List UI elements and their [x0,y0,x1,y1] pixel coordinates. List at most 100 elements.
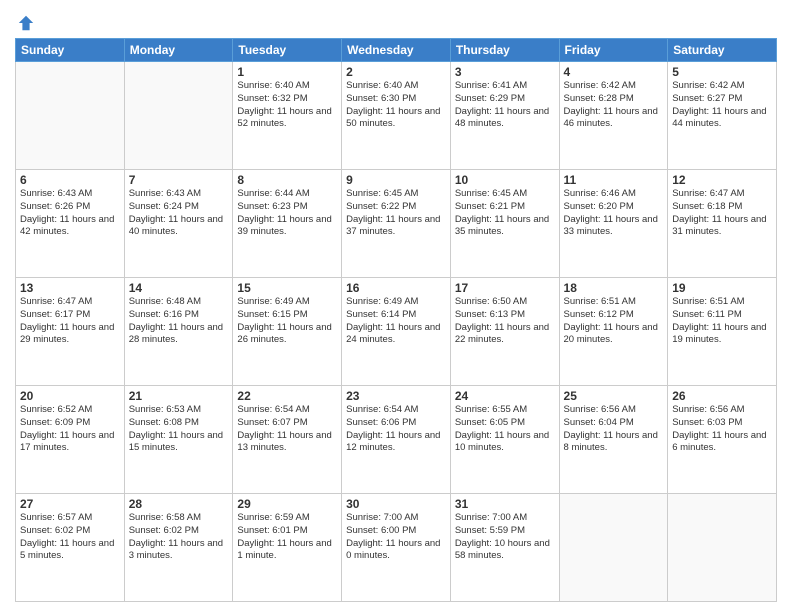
day-number: 14 [129,281,229,295]
day-detail: Sunrise: 6:45 AM Sunset: 6:22 PM Dayligh… [346,188,446,239]
day-number: 1 [237,65,337,79]
day-number: 5 [672,65,772,79]
calendar-cell [16,62,125,170]
day-number: 25 [564,389,664,403]
day-number: 28 [129,497,229,511]
day-number: 27 [20,497,120,511]
logo-icon [17,14,35,32]
day-number: 21 [129,389,229,403]
day-number: 7 [129,173,229,187]
day-number: 12 [672,173,772,187]
calendar-cell: 24Sunrise: 6:55 AM Sunset: 6:05 PM Dayli… [450,386,559,494]
day-number: 10 [455,173,555,187]
day-number: 3 [455,65,555,79]
calendar-cell: 2Sunrise: 6:40 AM Sunset: 6:30 PM Daylig… [342,62,451,170]
calendar-cell: 6Sunrise: 6:43 AM Sunset: 6:26 PM Daylig… [16,170,125,278]
day-detail: Sunrise: 6:42 AM Sunset: 6:27 PM Dayligh… [672,80,772,131]
day-detail: Sunrise: 7:00 AM Sunset: 5:59 PM Dayligh… [455,512,555,563]
day-detail: Sunrise: 6:46 AM Sunset: 6:20 PM Dayligh… [564,188,664,239]
calendar-cell: 4Sunrise: 6:42 AM Sunset: 6:28 PM Daylig… [559,62,668,170]
logo [15,10,35,32]
week-row: 20Sunrise: 6:52 AM Sunset: 6:09 PM Dayli… [16,386,777,494]
calendar-cell: 14Sunrise: 6:48 AM Sunset: 6:16 PM Dayli… [124,278,233,386]
day-detail: Sunrise: 6:55 AM Sunset: 6:05 PM Dayligh… [455,404,555,455]
day-detail: Sunrise: 6:56 AM Sunset: 6:04 PM Dayligh… [564,404,664,455]
day-detail: Sunrise: 6:42 AM Sunset: 6:28 PM Dayligh… [564,80,664,131]
calendar-cell: 15Sunrise: 6:49 AM Sunset: 6:15 PM Dayli… [233,278,342,386]
day-number: 17 [455,281,555,295]
weekday-header: Friday [559,39,668,62]
day-number: 24 [455,389,555,403]
calendar-cell: 7Sunrise: 6:43 AM Sunset: 6:24 PM Daylig… [124,170,233,278]
calendar-cell [124,62,233,170]
calendar-cell: 23Sunrise: 6:54 AM Sunset: 6:06 PM Dayli… [342,386,451,494]
calendar-cell: 31Sunrise: 7:00 AM Sunset: 5:59 PM Dayli… [450,494,559,602]
day-detail: Sunrise: 6:54 AM Sunset: 6:06 PM Dayligh… [346,404,446,455]
calendar-cell: 9Sunrise: 6:45 AM Sunset: 6:22 PM Daylig… [342,170,451,278]
calendar-cell: 8Sunrise: 6:44 AM Sunset: 6:23 PM Daylig… [233,170,342,278]
day-number: 8 [237,173,337,187]
weekday-header: Saturday [668,39,777,62]
calendar-cell: 5Sunrise: 6:42 AM Sunset: 6:27 PM Daylig… [668,62,777,170]
day-detail: Sunrise: 6:49 AM Sunset: 6:14 PM Dayligh… [346,296,446,347]
day-detail: Sunrise: 6:51 AM Sunset: 6:11 PM Dayligh… [672,296,772,347]
day-number: 2 [346,65,446,79]
day-detail: Sunrise: 6:40 AM Sunset: 6:32 PM Dayligh… [237,80,337,131]
day-detail: Sunrise: 6:44 AM Sunset: 6:23 PM Dayligh… [237,188,337,239]
day-number: 18 [564,281,664,295]
week-row: 6Sunrise: 6:43 AM Sunset: 6:26 PM Daylig… [16,170,777,278]
day-detail: Sunrise: 6:53 AM Sunset: 6:08 PM Dayligh… [129,404,229,455]
week-row: 13Sunrise: 6:47 AM Sunset: 6:17 PM Dayli… [16,278,777,386]
day-number: 16 [346,281,446,295]
calendar-cell: 27Sunrise: 6:57 AM Sunset: 6:02 PM Dayli… [16,494,125,602]
day-number: 19 [672,281,772,295]
calendar-cell: 21Sunrise: 6:53 AM Sunset: 6:08 PM Dayli… [124,386,233,494]
weekday-header: Tuesday [233,39,342,62]
calendar-cell: 22Sunrise: 6:54 AM Sunset: 6:07 PM Dayli… [233,386,342,494]
calendar-cell: 29Sunrise: 6:59 AM Sunset: 6:01 PM Dayli… [233,494,342,602]
calendar-cell: 11Sunrise: 6:46 AM Sunset: 6:20 PM Dayli… [559,170,668,278]
day-number: 23 [346,389,446,403]
calendar-table: SundayMondayTuesdayWednesdayThursdayFrid… [15,38,777,602]
calendar-cell: 1Sunrise: 6:40 AM Sunset: 6:32 PM Daylig… [233,62,342,170]
day-detail: Sunrise: 6:47 AM Sunset: 6:17 PM Dayligh… [20,296,120,347]
day-detail: Sunrise: 6:49 AM Sunset: 6:15 PM Dayligh… [237,296,337,347]
calendar-cell: 20Sunrise: 6:52 AM Sunset: 6:09 PM Dayli… [16,386,125,494]
day-number: 20 [20,389,120,403]
weekday-header-row: SundayMondayTuesdayWednesdayThursdayFrid… [16,39,777,62]
day-detail: Sunrise: 6:56 AM Sunset: 6:03 PM Dayligh… [672,404,772,455]
day-number: 29 [237,497,337,511]
calendar-cell: 26Sunrise: 6:56 AM Sunset: 6:03 PM Dayli… [668,386,777,494]
day-detail: Sunrise: 6:58 AM Sunset: 6:02 PM Dayligh… [129,512,229,563]
day-detail: Sunrise: 6:50 AM Sunset: 6:13 PM Dayligh… [455,296,555,347]
calendar-cell: 10Sunrise: 6:45 AM Sunset: 6:21 PM Dayli… [450,170,559,278]
week-row: 1Sunrise: 6:40 AM Sunset: 6:32 PM Daylig… [16,62,777,170]
day-number: 9 [346,173,446,187]
weekday-header: Monday [124,39,233,62]
calendar-cell: 16Sunrise: 6:49 AM Sunset: 6:14 PM Dayli… [342,278,451,386]
day-detail: Sunrise: 6:43 AM Sunset: 6:24 PM Dayligh… [129,188,229,239]
day-number: 6 [20,173,120,187]
day-detail: Sunrise: 6:43 AM Sunset: 6:26 PM Dayligh… [20,188,120,239]
day-detail: Sunrise: 6:45 AM Sunset: 6:21 PM Dayligh… [455,188,555,239]
calendar-cell: 28Sunrise: 6:58 AM Sunset: 6:02 PM Dayli… [124,494,233,602]
day-detail: Sunrise: 6:52 AM Sunset: 6:09 PM Dayligh… [20,404,120,455]
calendar-cell: 30Sunrise: 7:00 AM Sunset: 6:00 PM Dayli… [342,494,451,602]
day-detail: Sunrise: 6:41 AM Sunset: 6:29 PM Dayligh… [455,80,555,131]
day-detail: Sunrise: 6:51 AM Sunset: 6:12 PM Dayligh… [564,296,664,347]
day-number: 11 [564,173,664,187]
day-detail: Sunrise: 6:57 AM Sunset: 6:02 PM Dayligh… [20,512,120,563]
calendar-cell: 18Sunrise: 6:51 AM Sunset: 6:12 PM Dayli… [559,278,668,386]
calendar-cell: 25Sunrise: 6:56 AM Sunset: 6:04 PM Dayli… [559,386,668,494]
calendar-cell: 17Sunrise: 6:50 AM Sunset: 6:13 PM Dayli… [450,278,559,386]
day-number: 22 [237,389,337,403]
day-number: 13 [20,281,120,295]
day-detail: Sunrise: 6:59 AM Sunset: 6:01 PM Dayligh… [237,512,337,563]
header [15,10,777,32]
day-detail: Sunrise: 6:48 AM Sunset: 6:16 PM Dayligh… [129,296,229,347]
calendar-cell: 3Sunrise: 6:41 AM Sunset: 6:29 PM Daylig… [450,62,559,170]
weekday-header: Wednesday [342,39,451,62]
weekday-header: Sunday [16,39,125,62]
day-number: 15 [237,281,337,295]
day-detail: Sunrise: 7:00 AM Sunset: 6:00 PM Dayligh… [346,512,446,563]
